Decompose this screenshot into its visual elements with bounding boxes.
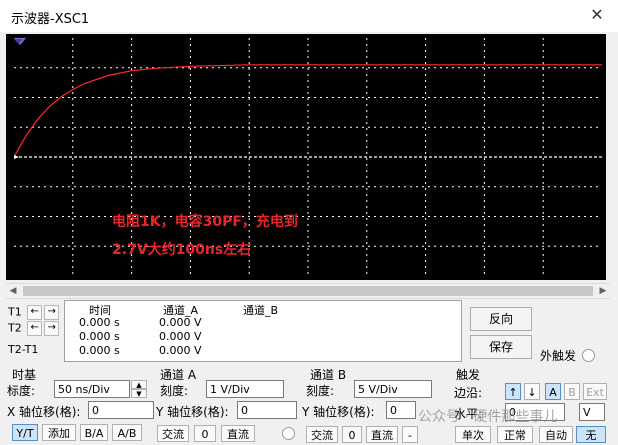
close-icon[interactable]: ✕	[586, 4, 608, 26]
scroll-thumb[interactable]	[23, 286, 593, 296]
channel-b-ypos-input[interactable]: 0	[386, 401, 416, 419]
channel-b-dc-button[interactable]: 直流	[366, 426, 398, 443]
cursor-t2-label: T2	[8, 321, 22, 335]
window-title: 示波器-XSC1	[11, 12, 90, 27]
row2-time: 0.000 s	[79, 330, 120, 343]
channel-a-ypos-label: Y 轴位移(格):	[156, 405, 229, 419]
horizontal-scrollbar[interactable]: ◀ ▶	[6, 283, 610, 299]
scroll-left-icon[interactable]: ◀	[6, 284, 20, 298]
row1-time: 0.000 s	[79, 316, 120, 329]
channel-a-title: 通道 A	[160, 368, 197, 382]
mode-add-button[interactable]: 添加	[42, 424, 76, 441]
channel-a-zero-button[interactable]: 0	[194, 425, 216, 442]
trigger-edge-label: 边沿:	[454, 386, 483, 400]
trigger-source-b-button[interactable]: B	[564, 383, 580, 400]
channel-b-ypos-label: Y 轴位移(格):	[302, 405, 375, 419]
timebase-xpos-label: X 轴位移(格):	[7, 405, 81, 419]
channel-a-ac-button[interactable]: 交流	[157, 425, 189, 442]
channel-a-scale-input[interactable]: 1 V/Div	[206, 380, 284, 398]
t1-left-arrow-icon[interactable]: ←	[27, 305, 43, 320]
trigger-auto-button[interactable]: 自动	[539, 426, 573, 443]
channel-b-scale-label: 刻度:	[306, 384, 335, 398]
channel-b-minus-button[interactable]: -	[402, 426, 418, 443]
trigger-title: 触发	[456, 368, 481, 382]
trigger-source-ext-button[interactable]: Ext	[583, 383, 607, 400]
cursor-t2t1-label: T2-T1	[8, 343, 39, 356]
t2-left-arrow-icon[interactable]: ←	[27, 321, 43, 336]
row3-channel-a: 0.000 V	[159, 344, 202, 357]
annotation-line-1: 电阻1K，电容30PF，充电到	[112, 213, 298, 230]
trigger-single-button[interactable]: 单次	[455, 426, 491, 443]
channel-a-scale-label: 刻度:	[160, 384, 189, 398]
row1-channel-a: 0.000 V	[159, 316, 202, 329]
channel-a-zero-marker-icon	[14, 155, 19, 159]
grid	[14, 38, 602, 276]
trigger-none-button[interactable]: 无	[576, 426, 606, 443]
channel-a-ypos-input[interactable]: 0	[237, 401, 297, 419]
ext-trigger-radio[interactable]	[582, 349, 595, 362]
mode-ab-button[interactable]: A/B	[112, 424, 142, 441]
col-header-channel-b: 通道_B	[243, 304, 279, 317]
mode-yt-button[interactable]: Y/T	[12, 424, 38, 441]
save-button[interactable]: 保存	[470, 335, 532, 359]
timebase-xpos-input[interactable]: 0	[88, 401, 154, 419]
annotation-line-2: 2.7V大约100ns左右	[112, 241, 251, 258]
cursor-t1-label: T1	[8, 305, 22, 319]
watermark: 公众号 · 硬件那些事儿	[418, 409, 558, 425]
measurement-table: 时间 通道_A 通道_B 0.000 s 0.000 V 0.000 s 0.0…	[64, 300, 462, 362]
scroll-right-icon[interactable]: ▶	[596, 284, 610, 298]
trigger-normal-button[interactable]: 正常	[497, 426, 533, 443]
timebase-scale-label: 标度:	[7, 384, 36, 398]
channel-b-ac-button[interactable]: 交流	[306, 426, 338, 443]
t1-right-arrow-icon[interactable]: →	[44, 305, 60, 320]
row2-channel-a: 0.000 V	[159, 330, 202, 343]
reverse-button[interactable]: 反向	[470, 307, 532, 331]
channel-b-zero-button[interactable]: 0	[342, 426, 362, 443]
timebase-scale-up-icon[interactable]: ▲	[131, 380, 147, 389]
trigger-falling-edge-icon[interactable]: ↓	[524, 383, 540, 400]
t2-right-arrow-icon[interactable]: →	[44, 321, 60, 336]
channel-b-scale-input[interactable]: 5 V/Div	[354, 380, 432, 398]
row3-time: 0.000 s	[79, 344, 120, 357]
channel-b-title: 通道 B	[310, 368, 347, 382]
trigger-level-unit[interactable]: V	[579, 403, 605, 421]
ext-trigger-label: 外触发	[540, 349, 577, 363]
scope-screen[interactable]: 电阻1K，电容30PF，充电到 2.7V大约100ns左右	[14, 38, 602, 276]
timebase-title: 时基	[12, 368, 37, 382]
mode-ba-button[interactable]: B/A	[80, 424, 108, 441]
trigger-rising-edge-icon[interactable]: ↑	[505, 383, 521, 400]
channel-a-dc-button[interactable]: 直流	[221, 425, 255, 442]
channel-a-radio[interactable]	[282, 427, 295, 440]
title-bar	[0, 0, 618, 32]
timebase-scale-down-icon[interactable]: ▼	[131, 389, 147, 398]
timebase-scale-input[interactable]: 50 ns/Div	[54, 380, 130, 398]
trigger-source-a-button[interactable]: A	[545, 383, 561, 400]
